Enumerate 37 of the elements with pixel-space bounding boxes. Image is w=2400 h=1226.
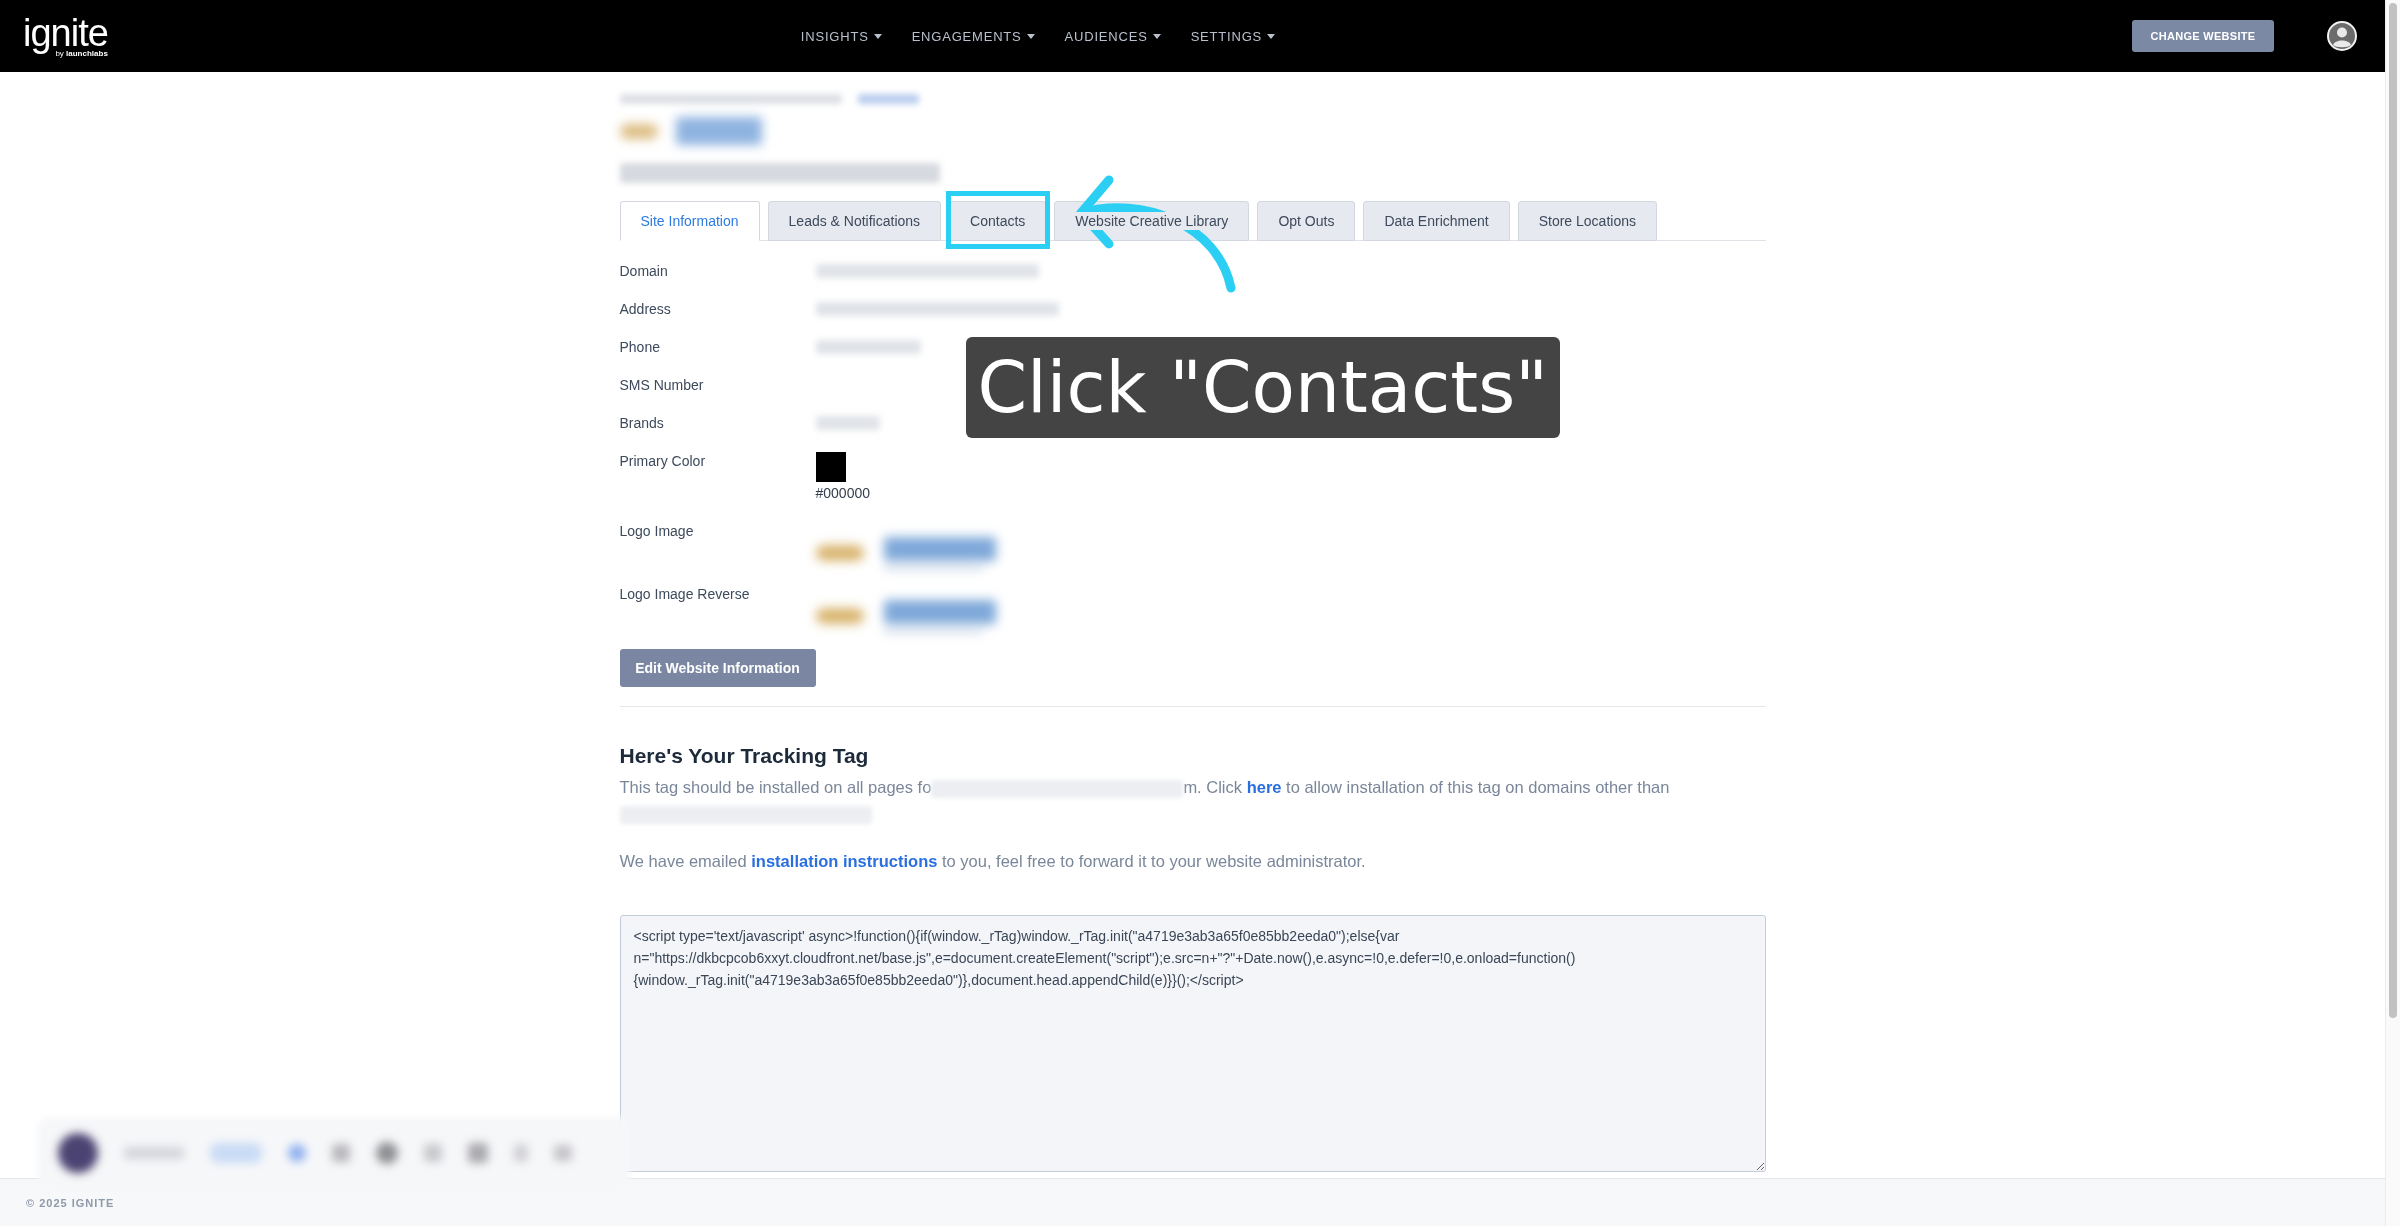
tab[interactable]: Store Locations bbox=[1517, 201, 1657, 241]
color-swatch bbox=[815, 451, 846, 482]
section-title: Here's Your Tracking Tag bbox=[619, 743, 870, 769]
tab[interactable]: Data Enrichment bbox=[1363, 201, 1510, 241]
caret-icon bbox=[873, 33, 882, 39]
field-label: Primary Color bbox=[619, 451, 707, 471]
text-link[interactable]: here bbox=[1246, 778, 1282, 796]
field-label: Logo Image Reverse bbox=[619, 584, 751, 604]
text-link[interactable]: installation instructions bbox=[751, 852, 938, 870]
tab[interactable]: Opt Outs bbox=[1257, 201, 1356, 241]
nav-menu[interactable]: SETTINGS bbox=[1190, 24, 1276, 48]
edit-website-button[interactable]: Edit Website Information bbox=[619, 649, 816, 687]
redacted-text bbox=[815, 416, 880, 430]
color-value: #000000 bbox=[815, 483, 870, 503]
tab[interactable]: Contacts bbox=[949, 201, 1047, 241]
copyright-text: © 2025 IGNITE bbox=[26, 1196, 115, 1209]
change-website-button[interactable]: CHANGE WEBSITE bbox=[2132, 20, 2274, 52]
tab[interactable]: Leads & Notifications bbox=[767, 201, 942, 241]
caret-icon bbox=[1026, 33, 1035, 39]
code-field[interactable]: <script type='text/javascript' async>!function(){if(window._rTag)window._rTag.init("a4719e3ab3a65f0e85bb2eeda0");else{var n="https://dkbcpcob6xxyt.cloudfront.net/base.js",e=document.createElement("script");e.src=n+"?"+Date.now(),e.async=!0,e.defer=!0,e.onload=function(){window._rTag.init("a4719e3ab3a65f0e85bb2eeda0")},document.head.appendChild(e)}}();</script> bbox=[619, 915, 1766, 1172]
nav-menu[interactable]: AUDIENCES bbox=[1064, 24, 1161, 48]
field-label: Logo Image bbox=[619, 521, 695, 541]
caret-icon bbox=[1267, 33, 1276, 39]
field-label: SMS Number bbox=[619, 375, 705, 395]
instructions-text: We have emailed installation instructions to you, feel free to forward it to your website administrator. bbox=[619, 851, 1367, 872]
nav-menu[interactable]: INSIGHTS bbox=[800, 24, 882, 48]
redacted-text bbox=[857, 94, 919, 104]
field-label: Phone bbox=[619, 337, 661, 357]
nav-menu[interactable]: ENGAGEMENTS bbox=[911, 24, 1035, 48]
tab[interactable]: Site Information bbox=[619, 201, 760, 241]
field-label: Domain bbox=[619, 261, 669, 281]
avatar-icon[interactable] bbox=[2327, 21, 2357, 51]
callout: Click "Contacts" bbox=[965, 337, 1560, 438]
field-label: Address bbox=[619, 299, 672, 319]
intro-text: This tag should be installed on all pages fo m. Click here to allow installation of this tag on domains other than bbox=[619, 774, 1766, 826]
caret-icon bbox=[1152, 33, 1161, 39]
field-label: Brands bbox=[619, 413, 665, 433]
